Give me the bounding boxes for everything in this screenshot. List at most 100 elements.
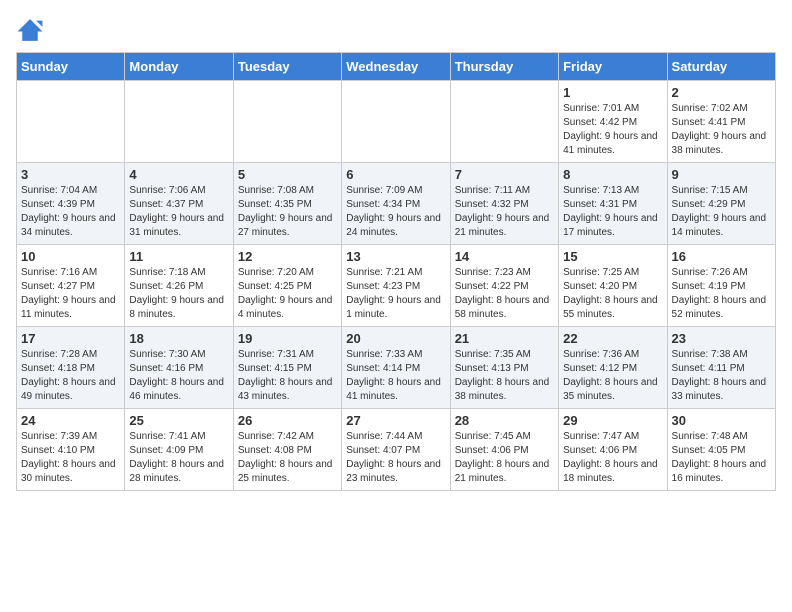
calendar-table: SundayMondayTuesdayWednesdayThursdayFrid… bbox=[16, 52, 776, 491]
day-info: Sunrise: 7:20 AM Sunset: 4:25 PM Dayligh… bbox=[238, 266, 337, 322]
day-info: Sunrise: 7:30 AM Sunset: 4:16 PM Dayligh… bbox=[129, 348, 228, 404]
day-info: Sunrise: 7:25 AM Sunset: 4:20 PM Dayligh… bbox=[563, 266, 662, 322]
calendar-cell bbox=[233, 81, 341, 163]
day-info: Sunrise: 7:26 AM Sunset: 4:19 PM Dayligh… bbox=[672, 266, 771, 322]
calendar-cell bbox=[450, 81, 558, 163]
day-info: Sunrise: 7:15 AM Sunset: 4:29 PM Dayligh… bbox=[672, 184, 771, 240]
day-info: Sunrise: 7:16 AM Sunset: 4:27 PM Dayligh… bbox=[21, 266, 120, 322]
day-number: 19 bbox=[238, 331, 337, 346]
calendar-cell: 14 Sunrise: 7:23 AM Sunset: 4:22 PM Dayli… bbox=[450, 245, 558, 327]
day-info: Sunrise: 7:39 AM Sunset: 4:10 PM Dayligh… bbox=[21, 430, 120, 486]
day-number: 6 bbox=[346, 167, 445, 182]
calendar-cell: 17 Sunrise: 7:28 AM Sunset: 4:18 PM Dayli… bbox=[17, 327, 125, 409]
calendar-cell: 29 Sunrise: 7:47 AM Sunset: 4:06 PM Dayli… bbox=[559, 409, 667, 491]
day-number: 23 bbox=[672, 331, 771, 346]
day-number: 28 bbox=[455, 413, 554, 428]
calendar-cell: 11 Sunrise: 7:18 AM Sunset: 4:26 PM Dayli… bbox=[125, 245, 233, 327]
calendar-cell: 1 Sunrise: 7:01 AM Sunset: 4:42 PM Daylig… bbox=[559, 81, 667, 163]
weekday-header-thursday: Thursday bbox=[450, 53, 558, 81]
calendar-cell: 30 Sunrise: 7:48 AM Sunset: 4:05 PM Dayli… bbox=[667, 409, 775, 491]
calendar-cell: 20 Sunrise: 7:33 AM Sunset: 4:14 PM Dayli… bbox=[342, 327, 450, 409]
calendar-cell: 3 Sunrise: 7:04 AM Sunset: 4:39 PM Daylig… bbox=[17, 163, 125, 245]
calendar-cell: 6 Sunrise: 7:09 AM Sunset: 4:34 PM Daylig… bbox=[342, 163, 450, 245]
day-number: 24 bbox=[21, 413, 120, 428]
calendar-cell: 16 Sunrise: 7:26 AM Sunset: 4:19 PM Dayli… bbox=[667, 245, 775, 327]
day-info: Sunrise: 7:04 AM Sunset: 4:39 PM Dayligh… bbox=[21, 184, 120, 240]
day-number: 8 bbox=[563, 167, 662, 182]
calendar-cell: 12 Sunrise: 7:20 AM Sunset: 4:25 PM Dayli… bbox=[233, 245, 341, 327]
logo bbox=[16, 16, 48, 44]
calendar-cell: 5 Sunrise: 7:08 AM Sunset: 4:35 PM Daylig… bbox=[233, 163, 341, 245]
logo-icon bbox=[16, 16, 44, 44]
day-number: 12 bbox=[238, 249, 337, 264]
day-number: 3 bbox=[21, 167, 120, 182]
calendar-cell: 2 Sunrise: 7:02 AM Sunset: 4:41 PM Daylig… bbox=[667, 81, 775, 163]
day-number: 15 bbox=[563, 249, 662, 264]
day-info: Sunrise: 7:45 AM Sunset: 4:06 PM Dayligh… bbox=[455, 430, 554, 486]
day-info: Sunrise: 7:47 AM Sunset: 4:06 PM Dayligh… bbox=[563, 430, 662, 486]
calendar-cell: 25 Sunrise: 7:41 AM Sunset: 4:09 PM Dayli… bbox=[125, 409, 233, 491]
day-number: 17 bbox=[21, 331, 120, 346]
day-number: 5 bbox=[238, 167, 337, 182]
day-info: Sunrise: 7:41 AM Sunset: 4:09 PM Dayligh… bbox=[129, 430, 228, 486]
calendar-cell bbox=[17, 81, 125, 163]
day-info: Sunrise: 7:35 AM Sunset: 4:13 PM Dayligh… bbox=[455, 348, 554, 404]
calendar-cell: 7 Sunrise: 7:11 AM Sunset: 4:32 PM Daylig… bbox=[450, 163, 558, 245]
day-info: Sunrise: 7:02 AM Sunset: 4:41 PM Dayligh… bbox=[672, 102, 771, 158]
day-info: Sunrise: 7:01 AM Sunset: 4:42 PM Dayligh… bbox=[563, 102, 662, 158]
day-info: Sunrise: 7:42 AM Sunset: 4:08 PM Dayligh… bbox=[238, 430, 337, 486]
calendar-cell: 18Sunrise: 7:30 AM Sunset: 4:16 PM Dayli… bbox=[125, 327, 233, 409]
day-number: 10 bbox=[21, 249, 120, 264]
day-number: 7 bbox=[455, 167, 554, 182]
calendar-cell: 24 Sunrise: 7:39 AM Sunset: 4:10 PM Dayli… bbox=[17, 409, 125, 491]
day-number: 21 bbox=[455, 331, 554, 346]
day-number: 9 bbox=[672, 167, 771, 182]
calendar-cell: 4 Sunrise: 7:06 AM Sunset: 4:37 PM Daylig… bbox=[125, 163, 233, 245]
day-number: 14 bbox=[455, 249, 554, 264]
calendar-cell: 9 Sunrise: 7:15 AM Sunset: 4:29 PM Daylig… bbox=[667, 163, 775, 245]
calendar-cell: 21 Sunrise: 7:35 AM Sunset: 4:13 PM Dayli… bbox=[450, 327, 558, 409]
calendar-cell: 28 Sunrise: 7:45 AM Sunset: 4:06 PM Dayli… bbox=[450, 409, 558, 491]
day-number: 11 bbox=[129, 249, 228, 264]
page-header bbox=[16, 16, 776, 44]
day-number: 27 bbox=[346, 413, 445, 428]
day-info: Sunrise: 7:38 AM Sunset: 4:11 PM Dayligh… bbox=[672, 348, 771, 404]
day-number: 29 bbox=[563, 413, 662, 428]
day-number: 30 bbox=[672, 413, 771, 428]
calendar-cell: 8 Sunrise: 7:13 AM Sunset: 4:31 PM Daylig… bbox=[559, 163, 667, 245]
day-number: 22 bbox=[563, 331, 662, 346]
day-info: Sunrise: 7:18 AM Sunset: 4:26 PM Dayligh… bbox=[129, 266, 228, 322]
calendar-cell: 22 Sunrise: 7:36 AM Sunset: 4:12 PM Dayli… bbox=[559, 327, 667, 409]
day-number: 25 bbox=[129, 413, 228, 428]
calendar-cell: 10 Sunrise: 7:16 AM Sunset: 4:27 PM Dayli… bbox=[17, 245, 125, 327]
weekday-header-tuesday: Tuesday bbox=[233, 53, 341, 81]
day-info: Sunrise: 7:23 AM Sunset: 4:22 PM Dayligh… bbox=[455, 266, 554, 322]
day-number: 20 bbox=[346, 331, 445, 346]
day-info: Sunrise: 7:06 AM Sunset: 4:37 PM Dayligh… bbox=[129, 184, 228, 240]
weekday-header-friday: Friday bbox=[559, 53, 667, 81]
day-number: 26 bbox=[238, 413, 337, 428]
day-info: Sunrise: 7:33 AM Sunset: 4:14 PM Dayligh… bbox=[346, 348, 445, 404]
day-info: Sunrise: 7:13 AM Sunset: 4:31 PM Dayligh… bbox=[563, 184, 662, 240]
day-info: Sunrise: 7:11 AM Sunset: 4:32 PM Dayligh… bbox=[455, 184, 554, 240]
calendar-cell: 27 Sunrise: 7:44 AM Sunset: 4:07 PM Dayli… bbox=[342, 409, 450, 491]
day-info: Sunrise: 7:44 AM Sunset: 4:07 PM Dayligh… bbox=[346, 430, 445, 486]
day-info: Sunrise: 7:36 AM Sunset: 4:12 PM Dayligh… bbox=[563, 348, 662, 404]
calendar-cell: 26 Sunrise: 7:42 AM Sunset: 4:08 PM Dayli… bbox=[233, 409, 341, 491]
day-info: Sunrise: 7:28 AM Sunset: 4:18 PM Dayligh… bbox=[21, 348, 120, 404]
calendar-cell bbox=[125, 81, 233, 163]
day-number: 1 bbox=[563, 85, 662, 100]
calendar-cell bbox=[342, 81, 450, 163]
weekday-header-sunday: Sunday bbox=[17, 53, 125, 81]
day-number: 2 bbox=[672, 85, 771, 100]
day-info: Sunrise: 7:21 AM Sunset: 4:23 PM Dayligh… bbox=[346, 266, 445, 322]
day-number: 4 bbox=[129, 167, 228, 182]
weekday-header-monday: Monday bbox=[125, 53, 233, 81]
day-info: Sunrise: 7:48 AM Sunset: 4:05 PM Dayligh… bbox=[672, 430, 771, 486]
weekday-header-wednesday: Wednesday bbox=[342, 53, 450, 81]
calendar-cell: 15 Sunrise: 7:25 AM Sunset: 4:20 PM Dayli… bbox=[559, 245, 667, 327]
calendar-cell: 13Sunrise: 7:21 AM Sunset: 4:23 PM Dayli… bbox=[342, 245, 450, 327]
day-number: 16 bbox=[672, 249, 771, 264]
day-info: Sunrise: 7:08 AM Sunset: 4:35 PM Dayligh… bbox=[238, 184, 337, 240]
day-info: Sunrise: 7:09 AM Sunset: 4:34 PM Dayligh… bbox=[346, 184, 445, 240]
